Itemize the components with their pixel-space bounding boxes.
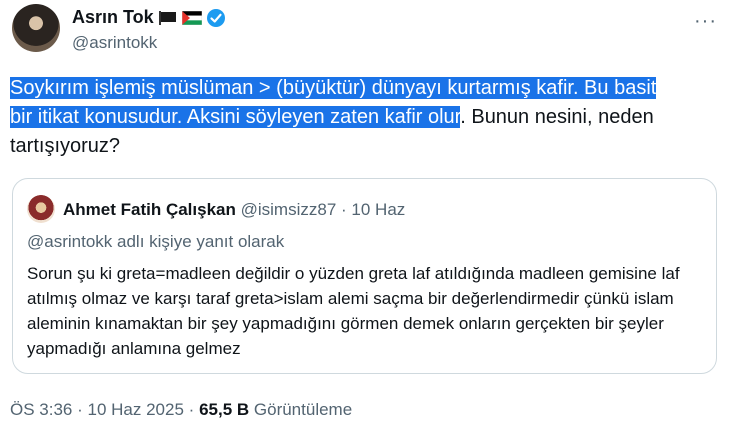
views-count: 65,5 B (199, 400, 250, 419)
footer-separator: · (188, 400, 195, 419)
quoted-date[interactable]: 10 Haz (351, 200, 405, 219)
reply-context: @asrintokk adlı kişiye yanıt olarak (27, 232, 285, 251)
quoted-tweet[interactable]: Ahmet Fatih Çalışkan @isimsizz87 · 10 Ha… (12, 178, 717, 374)
tweet-footer: ÖS 3:36 · 10 Haz 2025 · 65,5 B Görüntüle… (10, 400, 352, 420)
quoted-author-handle[interactable]: @isimsizz87 (241, 200, 337, 219)
more-options-icon[interactable]: ··· (694, 10, 717, 33)
highlighted-text-line2: bir itikat konusudur. Aksini söyleyen za… (10, 106, 461, 128)
quoted-separator: · (341, 200, 347, 219)
verified-badge-icon[interactable] (206, 8, 226, 28)
quoted-author-avatar[interactable] (27, 195, 55, 223)
views-label: Görüntüleme (253, 400, 353, 419)
tweet-text: Soykırım işlemiş müslüman > (büyüktür) d… (10, 74, 735, 161)
tweet-time[interactable]: ÖS 3:36 (10, 400, 72, 419)
highlighted-text-line1: Soykırım işlemiş müslüman > (büyüktür) d… (10, 77, 657, 99)
footer-separator: · (77, 400, 83, 419)
author-display-name[interactable]: Asrın Tok (72, 7, 154, 28)
palestine-flag-icon (181, 10, 202, 25)
quoted-tweet-header: Ahmet Fatih Çalışkan @isimsizz87 · 10 Ha… (63, 200, 405, 220)
author-name-row: Asrın Tok (72, 7, 226, 28)
quoted-tweet-body: Sorun şu ki greta=madleen değildir o yüz… (27, 264, 680, 358)
tweet-date[interactable]: 10 Haz 2025 (88, 400, 184, 419)
quoted-author-name[interactable]: Ahmet Fatih Çalışkan (63, 200, 236, 219)
black-flag-icon (158, 10, 178, 25)
author-avatar[interactable] (12, 4, 60, 52)
author-handle[interactable]: @asrintokk (72, 33, 157, 53)
